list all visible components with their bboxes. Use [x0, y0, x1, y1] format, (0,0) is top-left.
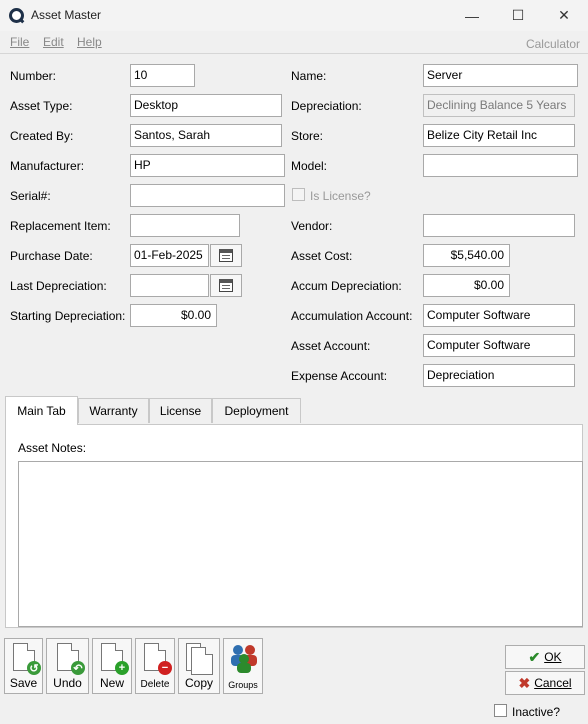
asset-type-field[interactable]: Desktop [130, 94, 282, 117]
groups-button-label: Groups [228, 680, 258, 690]
ok-button[interactable]: ✔ OK [505, 645, 585, 669]
tab-deployment[interactable]: Deployment [212, 398, 301, 423]
menu-help[interactable]: Help [77, 35, 102, 49]
accumulation-account-field[interactable]: Computer Software [423, 304, 575, 327]
delete-button[interactable]: − Delete [135, 638, 175, 694]
store-field[interactable]: Belize City Retail Inc [423, 124, 575, 147]
asset-cost-field[interactable]: $5,540.00 [423, 244, 510, 267]
accum-depreciation-label: Accum Depreciation: [291, 279, 402, 293]
tab-warranty[interactable]: Warranty [78, 398, 149, 423]
accumulation-account-label: Accumulation Account: [291, 309, 413, 323]
last-depreciation-calendar-button[interactable] [210, 274, 242, 297]
last-depreciation-label: Last Depreciation: [10, 279, 107, 293]
asset-type-label: Asset Type: [10, 99, 73, 113]
close-button[interactable]: ✕ [541, 0, 587, 31]
replacement-item-field[interactable] [130, 214, 240, 237]
purchase-date-label: Purchase Date: [10, 249, 93, 263]
manufacturer-label: Manufacturer: [10, 159, 85, 173]
asset-account-label: Asset Account: [291, 339, 371, 353]
depreciation-field: Declining Balance 5 Years [423, 94, 575, 117]
undo-button[interactable]: ↶ Undo [46, 638, 89, 694]
tab-main[interactable]: Main Tab [5, 396, 78, 425]
model-label: Model: [291, 159, 328, 173]
groups-button[interactable]: Groups [223, 638, 263, 694]
app-logo-icon [9, 8, 24, 23]
calendar-icon [219, 249, 233, 262]
starting-depreciation-label: Starting Depreciation: [10, 309, 126, 323]
new-button-label: New [99, 676, 124, 690]
menu-file[interactable]: File [10, 35, 29, 49]
ok-button-label: OK [544, 650, 562, 664]
manufacturer-field[interactable]: HP [130, 154, 285, 177]
add-badge-icon: + [115, 661, 129, 675]
asset-account-field[interactable]: Computer Software [423, 334, 575, 357]
copy-button-label: Copy [184, 676, 213, 690]
depreciation-label: Depreciation: [291, 99, 362, 113]
calculator-link[interactable]: Calculator [526, 37, 580, 51]
purchase-date-field[interactable]: 01-Feb-2025 [130, 244, 209, 267]
name-label: Name: [291, 69, 327, 83]
expense-account-field[interactable]: Depreciation [423, 364, 575, 387]
maximize-button[interactable]: ☐ [495, 0, 541, 31]
menu-edit[interactable]: Edit [43, 35, 64, 49]
store-label: Store: [291, 129, 324, 143]
is-license-label: Is License? [310, 189, 371, 203]
copy-button[interactable]: Copy [178, 638, 220, 694]
replacement-item-label: Replacement Item: [10, 219, 111, 233]
groups-people-icon [231, 645, 257, 673]
is-license-checkbox [292, 188, 305, 201]
save-button-label: Save [9, 676, 38, 690]
asset-notes-textarea[interactable] [18, 461, 583, 627]
remove-badge-icon: − [158, 661, 172, 675]
starting-depreciation-field[interactable]: $0.00 [130, 304, 217, 327]
last-depreciation-field[interactable] [130, 274, 209, 297]
vendor-field[interactable] [423, 214, 575, 237]
asset-notes-label: Asset Notes: [18, 441, 87, 455]
save-badge-icon: ↺ [27, 661, 41, 675]
purchase-date-calendar-button[interactable] [210, 244, 242, 267]
name-field[interactable]: Server [423, 64, 578, 87]
save-button[interactable]: ↺ Save [4, 638, 43, 694]
undo-badge-icon: ↶ [71, 661, 85, 675]
cancel-button[interactable]: ✖ Cancel [505, 671, 585, 695]
created-by-field[interactable]: Santos, Sarah [130, 124, 282, 147]
inactive-label: Inactive? [512, 705, 561, 719]
minimize-button[interactable]: — [449, 0, 495, 31]
created-by-label: Created By: [10, 129, 74, 143]
calendar-icon [219, 279, 233, 292]
serial-label: Serial#: [10, 189, 51, 203]
accum-depreciation-field[interactable]: $0.00 [423, 274, 510, 297]
vendor-label: Vendor: [291, 219, 333, 233]
checkmark-icon: ✔ [528, 648, 541, 665]
delete-button-label: Delete [140, 679, 170, 690]
number-label: Number: [10, 69, 57, 83]
tab-license[interactable]: License [149, 398, 212, 423]
model-field[interactable] [423, 154, 578, 177]
number-field[interactable]: 10 [130, 64, 195, 87]
asset-cost-label: Asset Cost: [291, 249, 353, 263]
window-title: Asset Master [31, 8, 102, 22]
undo-button-label: Undo [53, 676, 82, 690]
cancel-button-label: Cancel [534, 676, 572, 690]
cancel-x-icon: ✖ [518, 674, 531, 691]
new-button[interactable]: + New [92, 638, 132, 694]
copy-icon [191, 647, 213, 675]
expense-account-label: Expense Account: [291, 369, 388, 383]
inactive-checkbox[interactable] [494, 704, 507, 717]
serial-field[interactable] [130, 184, 285, 207]
menu-divider [0, 53, 588, 54]
